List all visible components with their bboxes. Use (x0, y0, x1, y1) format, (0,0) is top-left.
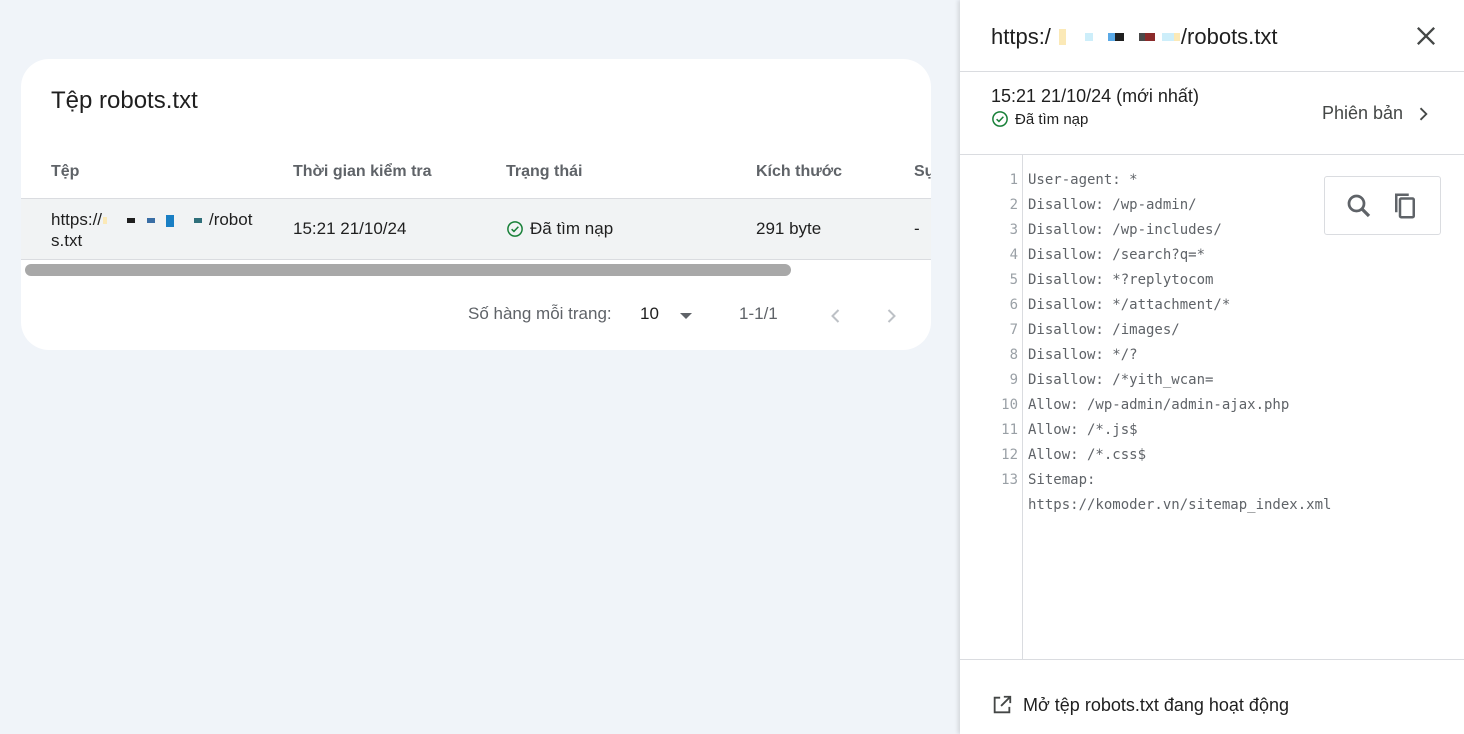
version-button[interactable]: Phiên bản (1322, 103, 1433, 124)
line-number: 7 (1009, 322, 1018, 338)
panel-title: https:/ /robots.txt (991, 24, 1278, 50)
line-number: 8 (1009, 347, 1018, 363)
robots-card: Tệp robots.txt Tệp Thời gian kiểm tra Tr… (21, 59, 931, 350)
size-cell: 291 byte (756, 219, 822, 238)
line-number: 12 (1001, 447, 1018, 463)
robots-detail-panel: https:/ /robots.txt 15:21 21/10/24 (mới … (960, 0, 1464, 734)
code-line: Disallow: /search?q=* (1028, 247, 1206, 263)
code-line: Allow: /*.js$ (1028, 422, 1138, 438)
header-divider (960, 71, 1464, 72)
file-url-prefix: https:// (51, 210, 103, 229)
fetch-status: Đã tìm nạp (991, 110, 1088, 128)
rows-per-page-label: Số hàng mỗi trang: (468, 304, 612, 323)
chevron-right-icon[interactable] (879, 304, 903, 328)
fetch-status-text: Đã tìm nạp (1015, 110, 1089, 128)
robots-code-viewer[interactable]: 1 User-agent: * 2 Disallow: /wp-admin/3 Disa… (960, 155, 1464, 660)
line-number: 13 (1001, 472, 1018, 488)
file-url-cell[interactable]: https:// /robot s.txt (51, 209, 252, 251)
open-live-robots-link[interactable]: Mở tệp robots.txt đang hoạt động (991, 694, 1289, 716)
code-line: Disallow: */attachment/* (1028, 297, 1231, 313)
line-number: 6 (1009, 297, 1018, 313)
page: Tệp robots.txt Tệp Thời gian kiểm tra Tr… (0, 0, 1464, 734)
panel-title-prefix: https:/ (991, 24, 1051, 49)
redacted-block (1138, 33, 1155, 41)
code-line: Disallow: /wp-admin/ (1028, 197, 1197, 213)
column-header-size[interactable]: Kích thước (756, 163, 842, 181)
footer-divider (960, 659, 1464, 660)
pagination-range: 1-1/1 (739, 304, 778, 323)
code-line: Disallow: /*yith_wcan= (1028, 372, 1214, 388)
code-line: https://komoder.vn/sitemap_index.xml (1028, 497, 1332, 513)
check-circle-icon (507, 221, 523, 237)
redacted-block (1084, 33, 1093, 41)
copy-icon[interactable] (1390, 191, 1420, 221)
line-number: 9 (1009, 372, 1018, 388)
code-line: User-agent: * (1028, 172, 1138, 188)
code-line: Disallow: */? (1028, 347, 1138, 363)
issues-cell: - (914, 219, 920, 238)
status-cell: Đã tìm nạp (506, 219, 613, 239)
redacted-block (1107, 33, 1124, 41)
column-header-issues[interactable]: Sự (914, 163, 931, 181)
version-label: Phiên bản (1322, 103, 1404, 123)
code-tools (1324, 176, 1441, 235)
line-number: 1 (1009, 172, 1018, 188)
redacted-block (166, 214, 175, 227)
chevron-left-icon[interactable] (824, 304, 848, 328)
line-number: 5 (1009, 272, 1018, 288)
chevron-right-icon (1419, 107, 1428, 120)
column-header-checked-time[interactable]: Thời gian kiểm tra (293, 163, 432, 181)
redacted-block (1161, 33, 1180, 41)
redacted-block (193, 218, 202, 224)
column-header-status[interactable]: Trạng thái (506, 163, 582, 181)
line-gutter-border (1022, 155, 1023, 660)
code-line: Allow: /*.css$ (1028, 447, 1147, 463)
rows-per-page-select[interactable]: 10 (640, 304, 659, 324)
line-number: 4 (1009, 247, 1018, 263)
line-number: 10 (1001, 397, 1018, 413)
file-url-line2: s.txt (51, 231, 83, 250)
code-line: Disallow: /images/ (1028, 322, 1180, 338)
line-number: 2 (1009, 197, 1018, 213)
code-line: Disallow: *?replytocom (1028, 272, 1214, 288)
table-row[interactable]: https:// /robot s.txt 15:21 21/10/24 Đã … (21, 198, 931, 260)
line-number: 11 (1001, 422, 1018, 438)
redacted-block (126, 218, 135, 224)
redacted-block (1058, 29, 1066, 45)
redacted-block (146, 218, 155, 224)
file-url-suffix: /robot (208, 210, 253, 229)
status-text: Đã tìm nạp (530, 219, 614, 238)
code-line: Sitemap: (1028, 472, 1096, 488)
code-line: Disallow: /wp-includes/ (1028, 222, 1222, 238)
horizontal-scrollbar[interactable] (21, 260, 931, 280)
search-icon[interactable] (1344, 191, 1374, 221)
close-icon[interactable] (1412, 22, 1440, 50)
column-header-file[interactable]: Tệp (51, 163, 79, 181)
scrollbar-thumb[interactable] (25, 264, 791, 276)
check-circle-icon (992, 111, 1008, 127)
redacted-block (103, 217, 108, 225)
open-in-new-icon (993, 695, 1012, 714)
open-live-robots-label: Mở tệp robots.txt đang hoạt động (1023, 694, 1289, 715)
line-number: 3 (1009, 222, 1018, 238)
card-title: Tệp robots.txt (51, 87, 198, 114)
code-line: Allow: /wp-admin/admin-ajax.php (1028, 397, 1290, 413)
fetch-timestamp: 15:21 21/10/24 (mới nhất) (991, 86, 1199, 106)
dropdown-arrow-icon[interactable] (674, 304, 698, 328)
panel-title-suffix: /robots.txt (1180, 24, 1278, 49)
checked-time-cell: 15:21 21/10/24 (293, 219, 407, 238)
